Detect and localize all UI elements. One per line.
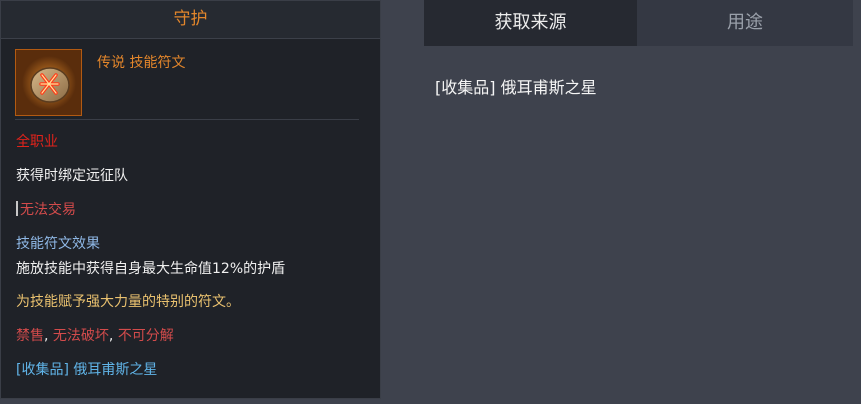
source-list-item[interactable]: [收集品] 俄耳甫斯之星: [435, 74, 597, 98]
item-tooltip: 守护 传说 技能符文 全职业 获得时绑定远征队 无法交易 技能符文效果 施放技能…: [0, 0, 381, 399]
class-restriction: 全职业: [16, 134, 58, 150]
tab-acquisition-source[interactable]: 获取来源: [424, 0, 637, 46]
effect-description: 施放技能中获得自身最大生命值12%的护盾: [16, 261, 286, 277]
tab-usage[interactable]: 用途: [637, 0, 853, 46]
flavor-text: 为技能赋予强大力量的特别的符文。: [16, 294, 240, 310]
restriction-indestructible: 无法破坏: [52, 328, 109, 344]
trade-status-text: 无法交易: [20, 202, 76, 218]
tooltip-title: 守护: [1, 1, 380, 39]
restriction-no-dismantle: 不可分解: [117, 328, 174, 344]
rune-icon: [15, 49, 82, 116]
item-restrictions: 禁售, 无法破坏, 不可分解: [16, 328, 174, 344]
text-cursor: [16, 201, 18, 216]
restriction-no-sale: 禁售: [16, 328, 44, 344]
item-summary: 传说 技能符文: [15, 49, 359, 120]
item-source: [收集品] 俄耳甫斯之星: [16, 362, 158, 378]
effect-title: 技能符文效果: [16, 236, 100, 252]
item-grade-type: 传说 技能符文: [97, 55, 186, 71]
trade-status: 无法交易: [16, 199, 76, 219]
binding-info: 获得时绑定远征队: [16, 168, 128, 184]
info-tabs: 获取来源 用途: [424, 0, 853, 46]
